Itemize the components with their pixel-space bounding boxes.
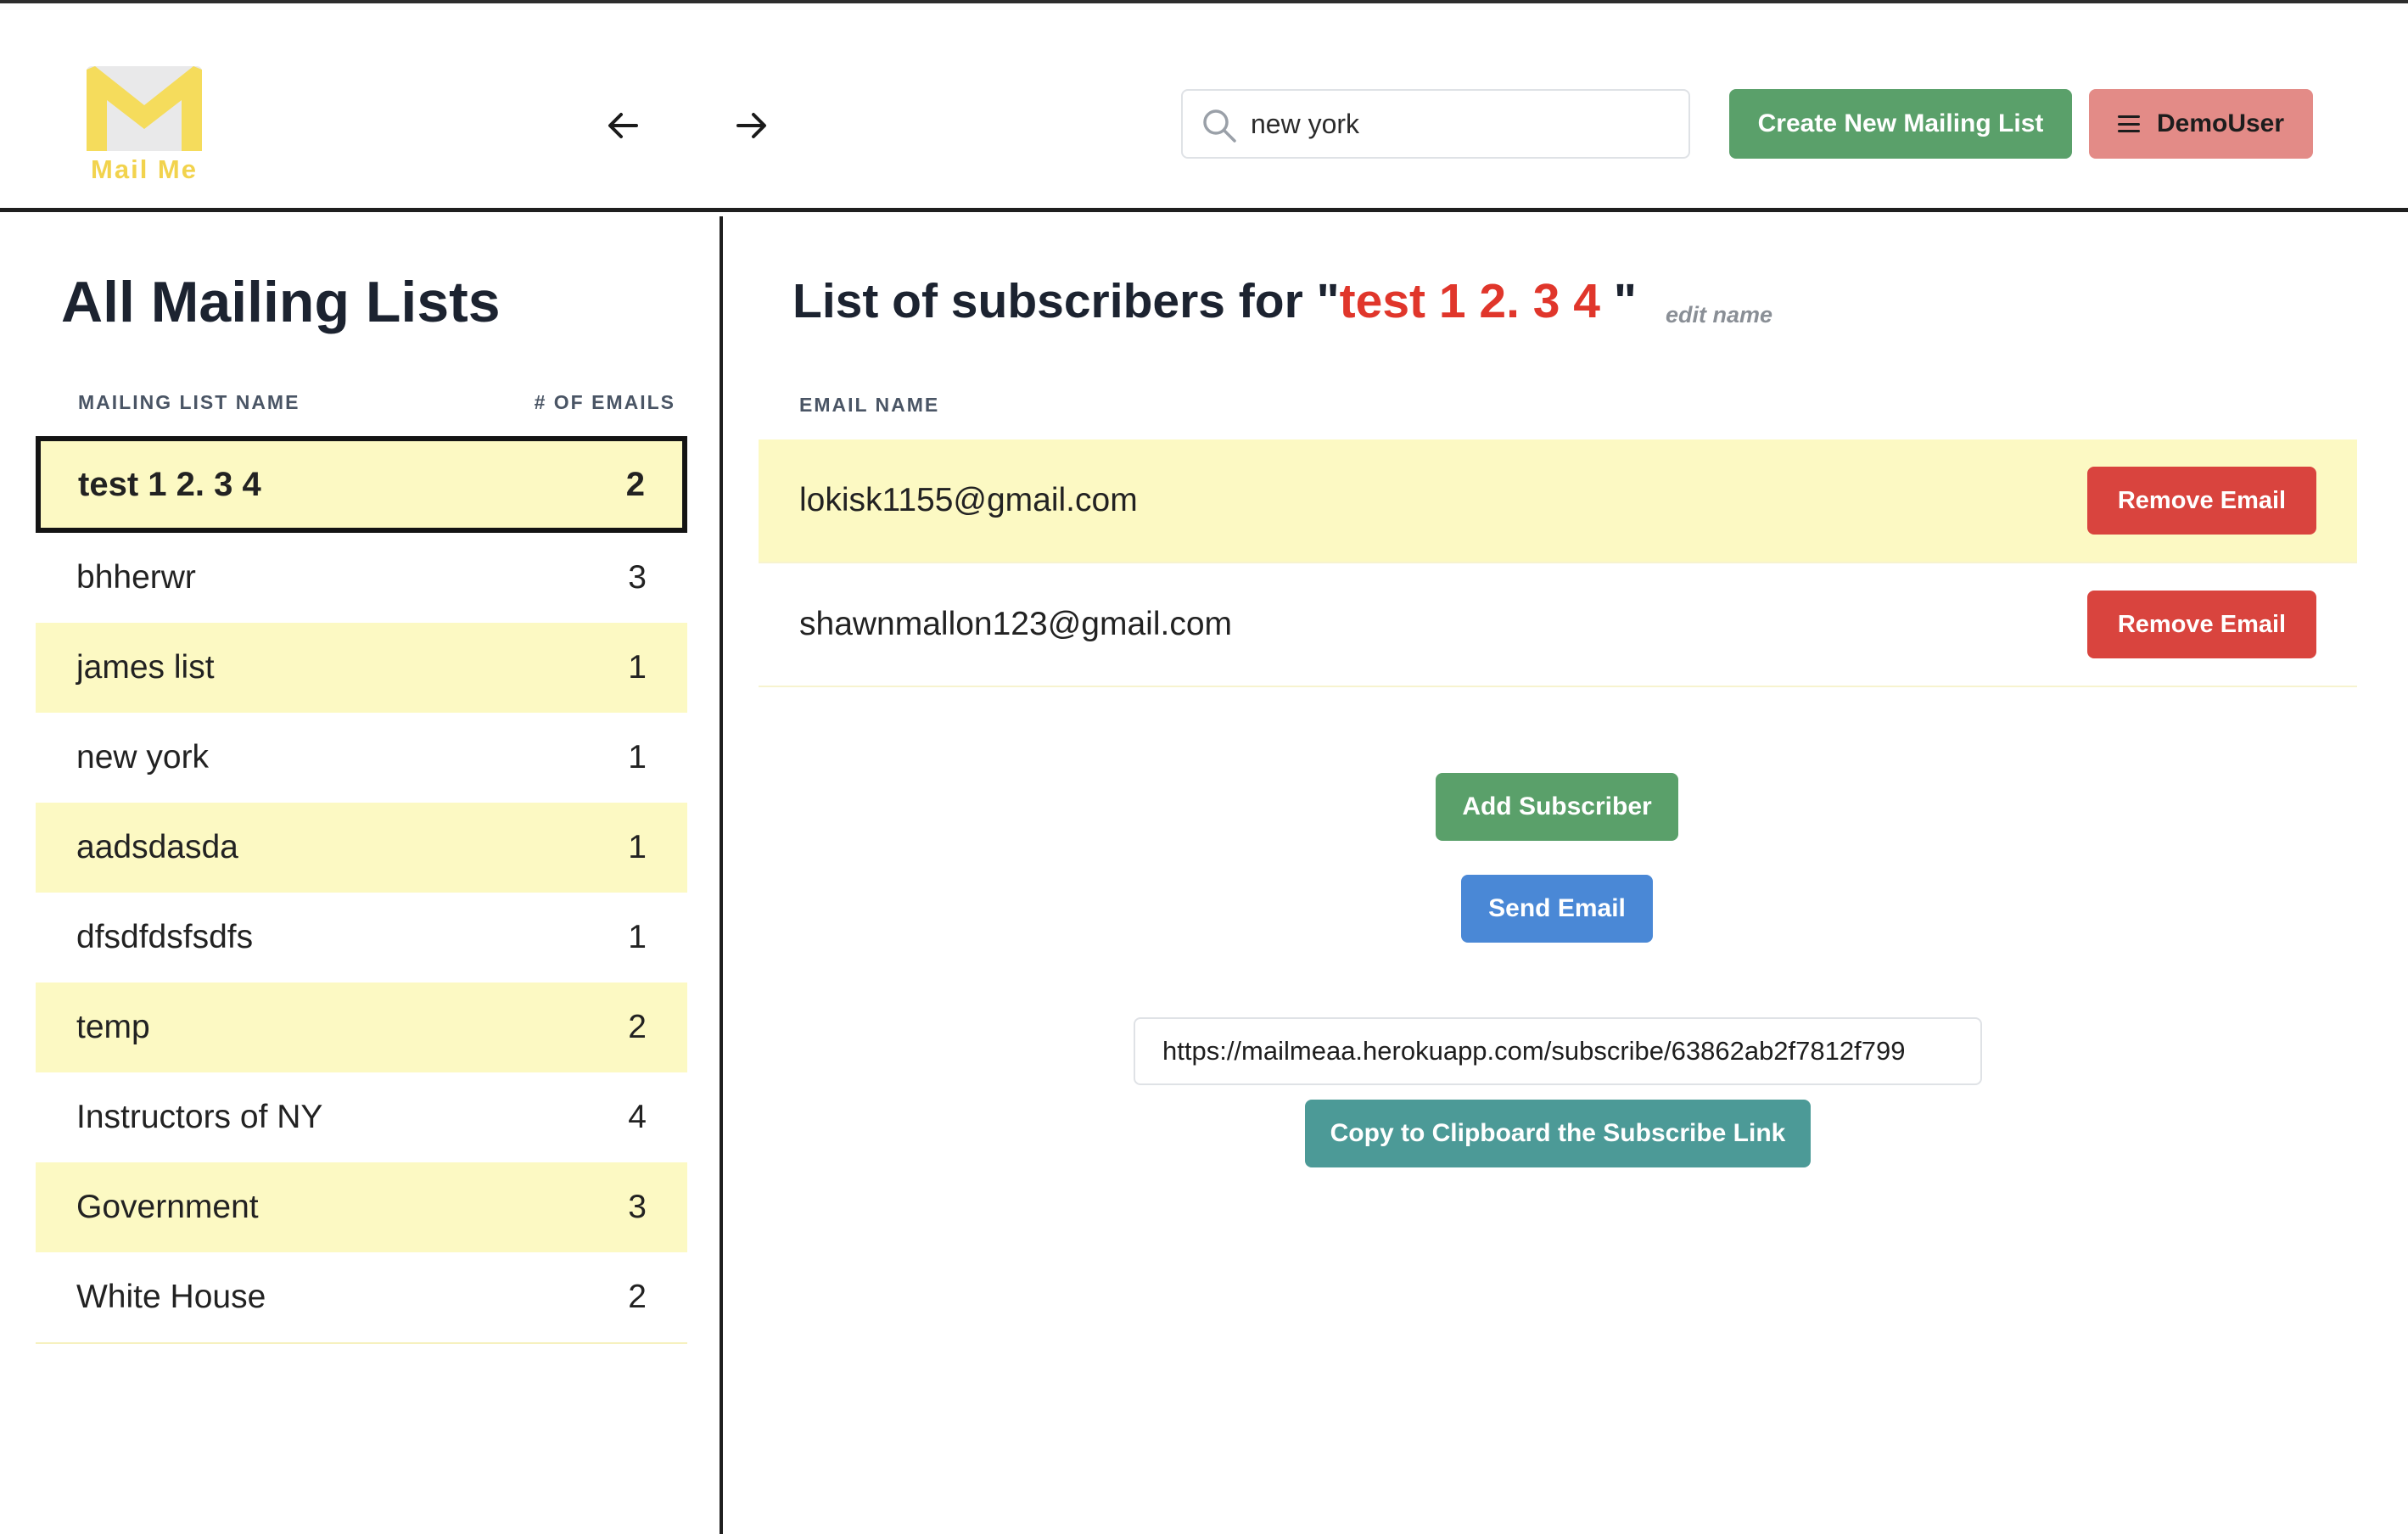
title-prefix: List of subscribers for " xyxy=(792,274,1340,328)
list-item-count: 2 xyxy=(628,1009,647,1045)
list-item-count: 1 xyxy=(628,739,647,775)
list-item-count: 1 xyxy=(628,649,647,686)
arrow-right-icon xyxy=(736,113,766,138)
list-item[interactable]: aadsdasda 1 xyxy=(36,803,687,893)
user-name: DemoUser xyxy=(2156,109,2285,137)
list-item[interactable]: dfsdfdsfsdfs 1 xyxy=(36,893,687,983)
column-header-count: # OF EMAILS xyxy=(534,391,675,413)
back-button[interactable] xyxy=(599,102,647,149)
subscriber-email: lokisk1155@gmail.com xyxy=(799,482,1138,518)
copy-link-button[interactable]: Copy to Clipboard the Subscribe Link xyxy=(1305,1100,1811,1167)
list-item[interactable]: temp 2 xyxy=(36,983,687,1072)
list-item-count: 1 xyxy=(628,829,647,865)
logo-text: Mail Me xyxy=(91,154,198,184)
table-row: shawnmallon123@gmail.com Remove Email xyxy=(759,563,2357,687)
mailing-lists-panel: All Mailing Lists MAILING LIST NAME # OF… xyxy=(0,216,723,1534)
selected-list-name: test 1 2. 3 4 xyxy=(1339,274,1601,328)
subscribe-link-input[interactable] xyxy=(1135,1019,1980,1083)
list-item-name: temp xyxy=(76,1009,150,1045)
page-title: List of subscribers for "test 1 2. 3 4 " xyxy=(792,273,1637,329)
list-item-name: Instructors of NY xyxy=(76,1099,323,1135)
user-menu-button[interactable]: DemoUser xyxy=(2089,89,2313,159)
list-item-count: 2 xyxy=(625,465,645,503)
list-divider xyxy=(36,1342,687,1344)
list-item-name: new york xyxy=(76,739,210,775)
list-item[interactable]: bhherwr 3 xyxy=(36,533,687,623)
remove-email-button[interactable]: Remove Email xyxy=(2087,591,2316,658)
forward-button[interactable] xyxy=(728,102,776,149)
subscriber-table: lokisk1155@gmail.com Remove Email shawnm… xyxy=(759,439,2357,687)
list-item[interactable]: new york 1 xyxy=(36,713,687,803)
list-item-name: aadsdasda xyxy=(76,829,238,865)
list-item[interactable]: White House 2 xyxy=(36,1252,687,1342)
add-subscriber-button[interactable]: Add Subscriber xyxy=(1436,773,1678,841)
title-suffix: " xyxy=(1600,274,1637,328)
list-item-name: Government xyxy=(76,1189,259,1225)
list-item-name: White House xyxy=(76,1279,266,1315)
mail-logo-icon xyxy=(87,66,202,151)
list-item[interactable]: james list 1 xyxy=(36,623,687,713)
list-item-count: 3 xyxy=(628,1189,647,1225)
send-email-button[interactable]: Send Email xyxy=(1461,875,1653,943)
arrow-left-icon xyxy=(608,113,638,138)
app-header: Mail Me Create New Mailing List DemoUser xyxy=(0,3,2408,212)
column-header-email: EMAIL NAME xyxy=(799,394,940,416)
search-box xyxy=(1181,89,1690,159)
subscriber-email: shawnmallon123@gmail.com xyxy=(799,606,1232,642)
list-item-name: test 1 2. 3 4 xyxy=(78,465,261,503)
search-icon xyxy=(1203,109,1236,143)
menu-icon xyxy=(2117,115,2140,132)
list-item-name: james list xyxy=(76,649,215,686)
table-row: lokisk1155@gmail.com Remove Email xyxy=(759,439,2357,563)
list-item-count: 1 xyxy=(628,919,647,955)
list-item-name: bhherwr xyxy=(76,559,196,596)
app-logo[interactable]: Mail Me xyxy=(81,63,207,188)
list-item-count: 4 xyxy=(628,1099,647,1135)
panel-title: All Mailing Lists xyxy=(61,270,501,334)
remove-email-button[interactable]: Remove Email xyxy=(2087,467,2316,535)
edit-name-link[interactable]: edit name xyxy=(1666,302,1772,328)
list-item-name: dfsdfdsfsdfs xyxy=(76,919,254,955)
subscribe-link-field xyxy=(1134,1017,1982,1085)
search-input[interactable] xyxy=(1251,96,1675,152)
list-item-count: 3 xyxy=(628,559,647,596)
list-item-count: 2 xyxy=(628,1279,647,1315)
list-item[interactable]: Instructors of NY 4 xyxy=(36,1072,687,1162)
mailing-list-table: test 1 2. 3 4 2 bhherwr 3 james list 1 n… xyxy=(36,436,687,1344)
list-item[interactable]: Government 3 xyxy=(36,1162,687,1252)
list-item[interactable]: test 1 2. 3 4 2 xyxy=(36,436,687,533)
create-mailing-list-button[interactable]: Create New Mailing List xyxy=(1729,89,2072,159)
column-header-name: MAILING LIST NAME xyxy=(78,391,300,413)
